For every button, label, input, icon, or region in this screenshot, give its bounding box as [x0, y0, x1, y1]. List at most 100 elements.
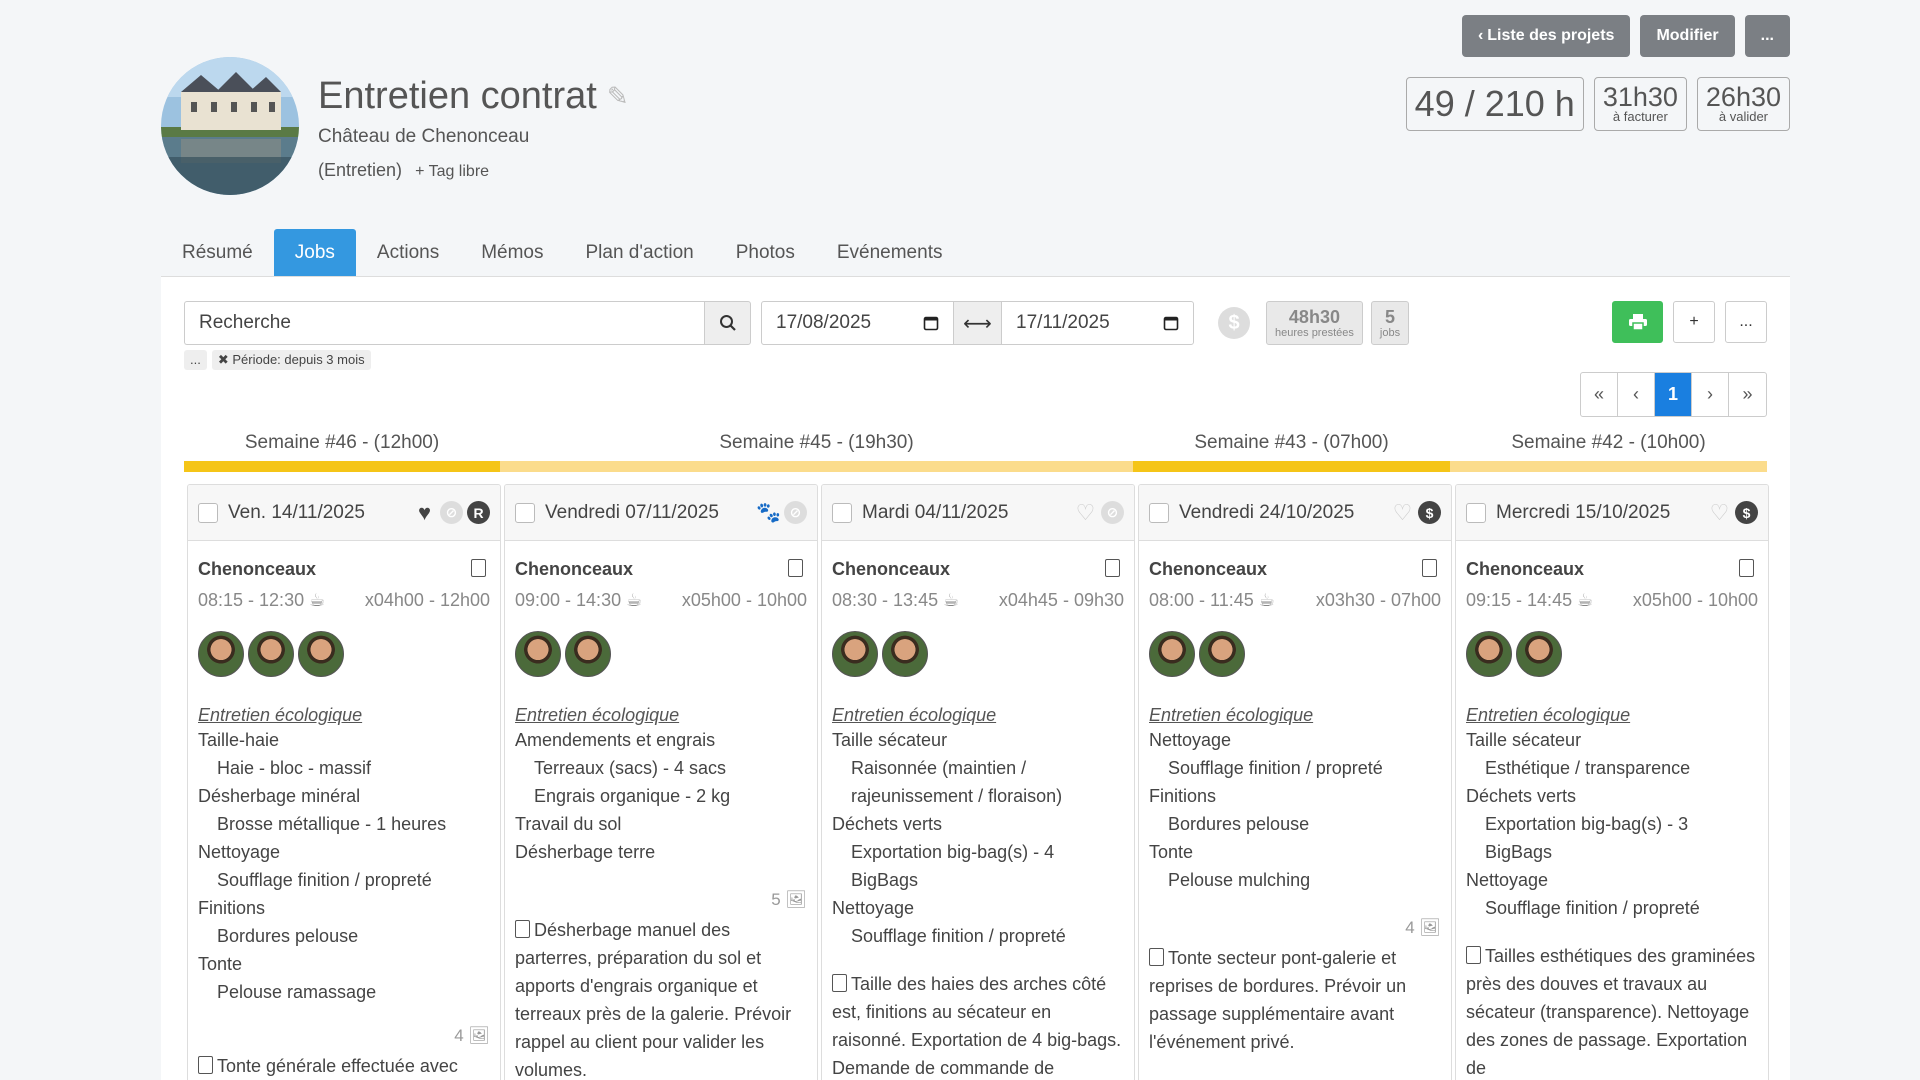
job-photos[interactable]: 4 🖼	[198, 1026, 490, 1046]
tab-memos[interactable]: Mémos	[460, 229, 564, 276]
worker-avatar[interactable]	[1466, 631, 1512, 677]
heart-icon[interactable]: ♥	[413, 500, 436, 525]
job-work-type[interactable]: Entretien écologique	[832, 705, 1124, 726]
document-icon[interactable]	[1105, 559, 1124, 580]
job-select-checkbox[interactable]	[1466, 502, 1486, 523]
job-status-icons: ♡ $	[1391, 500, 1441, 525]
filter-tag-period[interactable]: ✖ Période: depuis 3 mois	[211, 350, 371, 370]
job-card[interactable]: Vendredi 24/10/2025 ♡ $ Chenonceaux 08:0…	[1138, 484, 1452, 1080]
worker-avatar[interactable]	[1199, 631, 1245, 677]
tab-photos[interactable]: Photos	[715, 229, 816, 276]
calendar-icon[interactable]	[1163, 315, 1179, 331]
date-from-input[interactable]: 17/08/2025	[761, 301, 954, 345]
document-icon[interactable]	[471, 559, 490, 580]
print-button[interactable]	[1612, 301, 1663, 343]
job-note: Taille des haies des arches côté est, fi…	[832, 970, 1124, 1080]
job-card[interactable]: Mercredi 15/10/2025 ♡ $ Chenonceaux 09:1…	[1455, 484, 1769, 1080]
job-card[interactable]: Ven. 14/11/2025 ♥ ⊘ R Chenonceaux 08:15 …	[187, 484, 501, 1080]
document-icon[interactable]	[1739, 559, 1758, 580]
job-site: Chenonceaux	[832, 559, 951, 579]
week-label: Semaine #45 - (19h30)	[719, 432, 914, 453]
job-work-type[interactable]: Entretien écologique	[515, 705, 807, 726]
document-icon[interactable]	[1422, 559, 1441, 580]
edit-button[interactable]: Modifier	[1640, 15, 1735, 57]
note-icon	[515, 920, 530, 938]
page-current[interactable]: 1	[1655, 373, 1692, 416]
tab-action-plan[interactable]: Plan d'action	[565, 229, 715, 276]
job-select-checkbox[interactable]	[515, 502, 535, 523]
add-tag-button[interactable]: + Tag libre	[415, 163, 489, 180]
page-last[interactable]: »	[1729, 373, 1766, 416]
search-button[interactable]	[704, 301, 751, 345]
job-work-type[interactable]: Entretien écologique	[1149, 705, 1441, 726]
date-to-input[interactable]: 17/11/2025	[1001, 301, 1194, 345]
calendar-icon[interactable]	[923, 315, 939, 331]
worker-avatar[interactable]	[565, 631, 611, 677]
week-header: Semaine #43 - (07h00)	[1133, 432, 1450, 472]
task-subitem: Soufflage finition / propreté	[1168, 758, 1383, 778]
job-site-row: Chenonceaux	[515, 559, 807, 580]
worker-avatar[interactable]	[1516, 631, 1562, 677]
tab-events[interactable]: Evénements	[816, 229, 964, 276]
to-validate-value: 26h30	[1705, 82, 1781, 112]
job-tasks: Amendements et engrais Terreaux (sacs) -…	[515, 726, 807, 866]
task-item: Taille sécateur	[832, 730, 948, 750]
no-billing-icon: ⊘	[1101, 501, 1124, 524]
job-workers	[1466, 631, 1758, 677]
note-icon	[1466, 946, 1481, 964]
heart-outline-icon[interactable]: ♡	[1708, 500, 1731, 525]
task-item: Travail du sol	[515, 814, 622, 834]
job-select-checkbox[interactable]	[198, 502, 218, 523]
filter-bar: Recherche 17/08/2025 ⟷ 17/11/2025 $ 48h3…	[184, 301, 1410, 345]
close-icon[interactable]: ✖	[218, 352, 233, 367]
filter-tag-more[interactable]: ...	[184, 350, 207, 370]
job-select-checkbox[interactable]	[832, 502, 852, 523]
page-first[interactable]: «	[1581, 373, 1618, 416]
job-date: Vendredi 24/10/2025	[1179, 501, 1355, 523]
search-input[interactable]: Recherche	[184, 301, 704, 345]
worker-avatar[interactable]	[298, 631, 344, 677]
photo-count: 4	[1405, 918, 1415, 937]
worker-avatar[interactable]	[1149, 631, 1195, 677]
heart-outline-icon[interactable]: ♡	[1074, 500, 1097, 525]
job-work-type[interactable]: Entretien écologique	[1466, 705, 1758, 726]
no-billing-icon: ⊘	[440, 501, 463, 524]
more-options-button[interactable]: ...	[1725, 301, 1767, 343]
job-tasks: Taille-haie Haie - bloc - massif Désherb…	[198, 726, 490, 1006]
coffee-icon: ☕	[1577, 590, 1594, 610]
page-prev[interactable]: ‹	[1618, 373, 1655, 416]
job-time: 09:15 - 14:45	[1466, 590, 1573, 610]
job-select-checkbox[interactable]	[1149, 502, 1169, 523]
job-photos[interactable]: 5 🖼	[515, 890, 807, 910]
tab-resume[interactable]: Résumé	[161, 229, 274, 276]
job-site-row: Chenonceaux	[1149, 559, 1441, 580]
tab-jobs[interactable]: Jobs	[273, 229, 356, 276]
page-next[interactable]: ›	[1692, 373, 1729, 416]
more-actions-button[interactable]: ...	[1744, 15, 1790, 57]
coffee-icon: ☕	[943, 590, 960, 610]
date-to-value: 17/11/2025	[1016, 312, 1110, 333]
tab-actions[interactable]: Actions	[356, 229, 460, 276]
worker-avatar[interactable]	[198, 631, 244, 677]
back-to-projects-button[interactable]: ‹ Liste des projets	[1461, 15, 1631, 57]
add-job-button[interactable]: +	[1673, 301, 1715, 343]
pencil-icon[interactable]: ✎	[607, 81, 629, 112]
job-date: Ven. 14/11/2025	[228, 501, 365, 523]
task-item: Tonte	[198, 954, 243, 974]
job-card[interactable]: Mardi 04/11/2025 ♡ ⊘ Chenonceaux 08:30 -…	[821, 484, 1135, 1080]
worker-avatar[interactable]	[515, 631, 561, 677]
job-work-type[interactable]: Entretien écologique	[198, 705, 490, 726]
job-card-body: Chenonceaux 08:30 - 13:45 ☕ x04h45 - 09h…	[822, 541, 1134, 1080]
billing-filter-icon[interactable]: $	[1218, 307, 1250, 339]
job-note: Tonte secteur pont-galerie et reprises d…	[1149, 944, 1441, 1056]
job-card[interactable]: Vendredi 07/11/2025 🐾 ⊘ Chenonceaux 09:0…	[504, 484, 818, 1080]
document-icon[interactable]	[788, 559, 807, 580]
job-card-header: Vendredi 24/10/2025 ♡ $	[1139, 485, 1451, 541]
job-time: 08:15 - 12:30	[198, 590, 305, 610]
worker-avatar[interactable]	[832, 631, 878, 677]
worker-avatar[interactable]	[248, 631, 294, 677]
job-photos[interactable]: 4 🖼	[1149, 918, 1441, 938]
job-time-row: 08:00 - 11:45 ☕ x03h30 - 07h00	[1149, 590, 1441, 611]
heart-outline-icon[interactable]: ♡	[1391, 500, 1414, 525]
worker-avatar[interactable]	[882, 631, 928, 677]
